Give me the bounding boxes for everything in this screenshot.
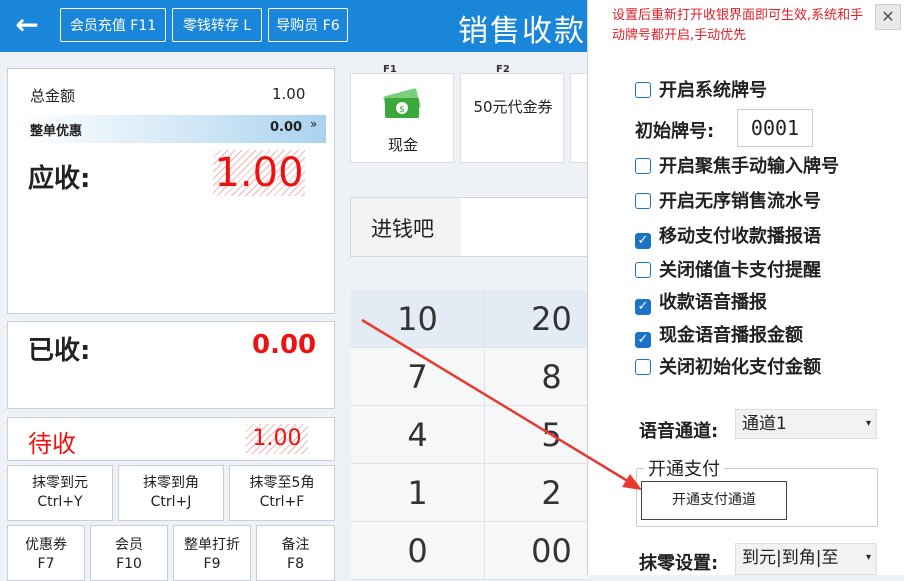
annotation-arrow — [361, 318, 642, 490]
